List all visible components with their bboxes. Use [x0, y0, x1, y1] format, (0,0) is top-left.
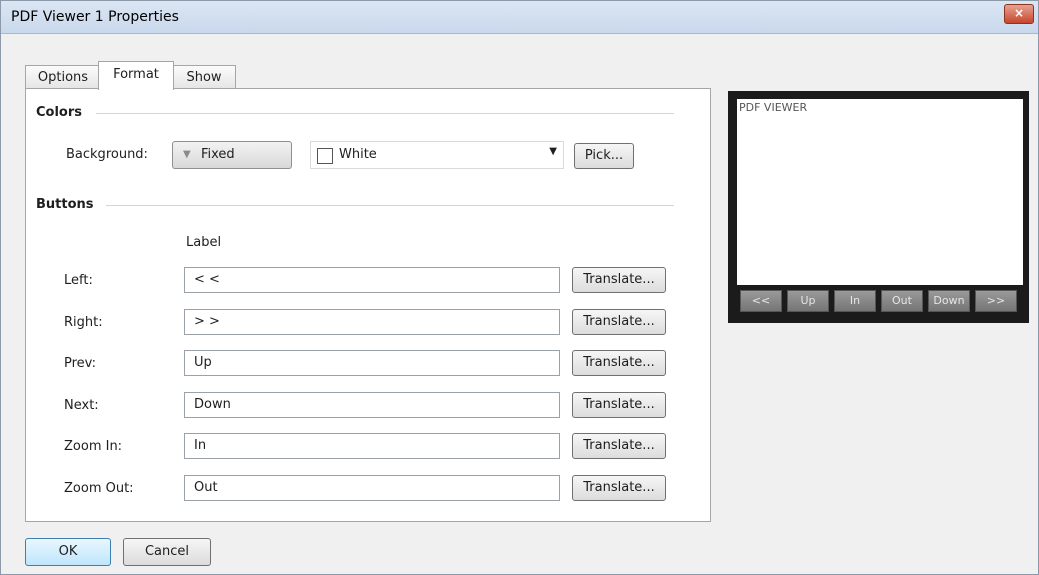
preview-screen: PDF VIEWER: [737, 99, 1023, 285]
zoom-out-translate-button[interactable]: Translate...: [572, 475, 666, 501]
preview-button-in: In: [834, 290, 876, 312]
next-label: Next:: [64, 398, 99, 413]
preview-button-up: Up: [787, 290, 829, 312]
properties-dialog: PDF Viewer 1 Properties × Options Format…: [0, 0, 1039, 575]
left-label: Left:: [64, 273, 93, 288]
preview-button-out: Out: [881, 290, 923, 312]
preview-button-left: <<: [740, 290, 782, 312]
tab-options[interactable]: Options: [25, 65, 101, 89]
title-bar[interactable]: PDF Viewer 1 Properties ×: [1, 1, 1038, 34]
right-label: Right:: [64, 315, 103, 330]
next-label-input[interactable]: Down: [184, 392, 560, 418]
label-column-header: Label: [186, 235, 222, 250]
window-title: PDF Viewer 1 Properties: [11, 9, 179, 25]
tab-format[interactable]: Format: [98, 61, 174, 90]
next-translate-button[interactable]: Translate...: [572, 392, 666, 418]
preview-caption: PDF VIEWER: [739, 101, 808, 114]
prev-label-input[interactable]: Up: [184, 350, 560, 376]
buttons-divider: [106, 205, 674, 206]
triangle-down-icon: ▼: [183, 149, 191, 160]
zoom-in-translate-button[interactable]: Translate...: [572, 433, 666, 459]
chevron-down-icon: ▼: [549, 146, 557, 157]
zoom-out-label-input[interactable]: Out: [184, 475, 560, 501]
buttons-group-label: Buttons: [36, 197, 94, 212]
zoom-in-label-input[interactable]: In: [184, 433, 560, 459]
preview-button-down: Down: [928, 290, 970, 312]
zoom-out-label: Zoom Out:: [64, 481, 134, 496]
cancel-button[interactable]: Cancel: [123, 538, 211, 566]
pick-button[interactable]: Pick...: [574, 143, 634, 169]
pdf-viewer-preview: PDF VIEWER << Up In Out Down >>: [728, 91, 1029, 323]
right-label-input[interactable]: > >: [184, 309, 560, 335]
close-icon: ×: [1013, 6, 1025, 20]
colors-divider: [96, 113, 674, 114]
right-translate-button[interactable]: Translate...: [572, 309, 666, 335]
ok-button[interactable]: OK: [25, 538, 111, 566]
background-color-value: White: [339, 147, 377, 162]
left-label-input[interactable]: < <: [184, 267, 560, 293]
background-mode-value: Fixed: [201, 147, 235, 162]
left-translate-button[interactable]: Translate...: [572, 267, 666, 293]
close-button[interactable]: ×: [1004, 4, 1034, 24]
color-swatch: [317, 148, 333, 164]
format-panel: Colors Background: ▼ Fixed White ▼ Pick.…: [25, 88, 711, 522]
background-label: Background:: [66, 147, 148, 162]
zoom-in-label: Zoom In:: [64, 439, 123, 454]
prev-label: Prev:: [64, 356, 97, 371]
background-color-select[interactable]: White ▼: [310, 141, 564, 169]
tab-show[interactable]: Show: [172, 65, 236, 89]
prev-translate-button[interactable]: Translate...: [572, 350, 666, 376]
background-mode-dropdown[interactable]: ▼ Fixed: [172, 141, 292, 169]
colors-group-label: Colors: [36, 105, 83, 120]
preview-button-right: >>: [975, 290, 1017, 312]
